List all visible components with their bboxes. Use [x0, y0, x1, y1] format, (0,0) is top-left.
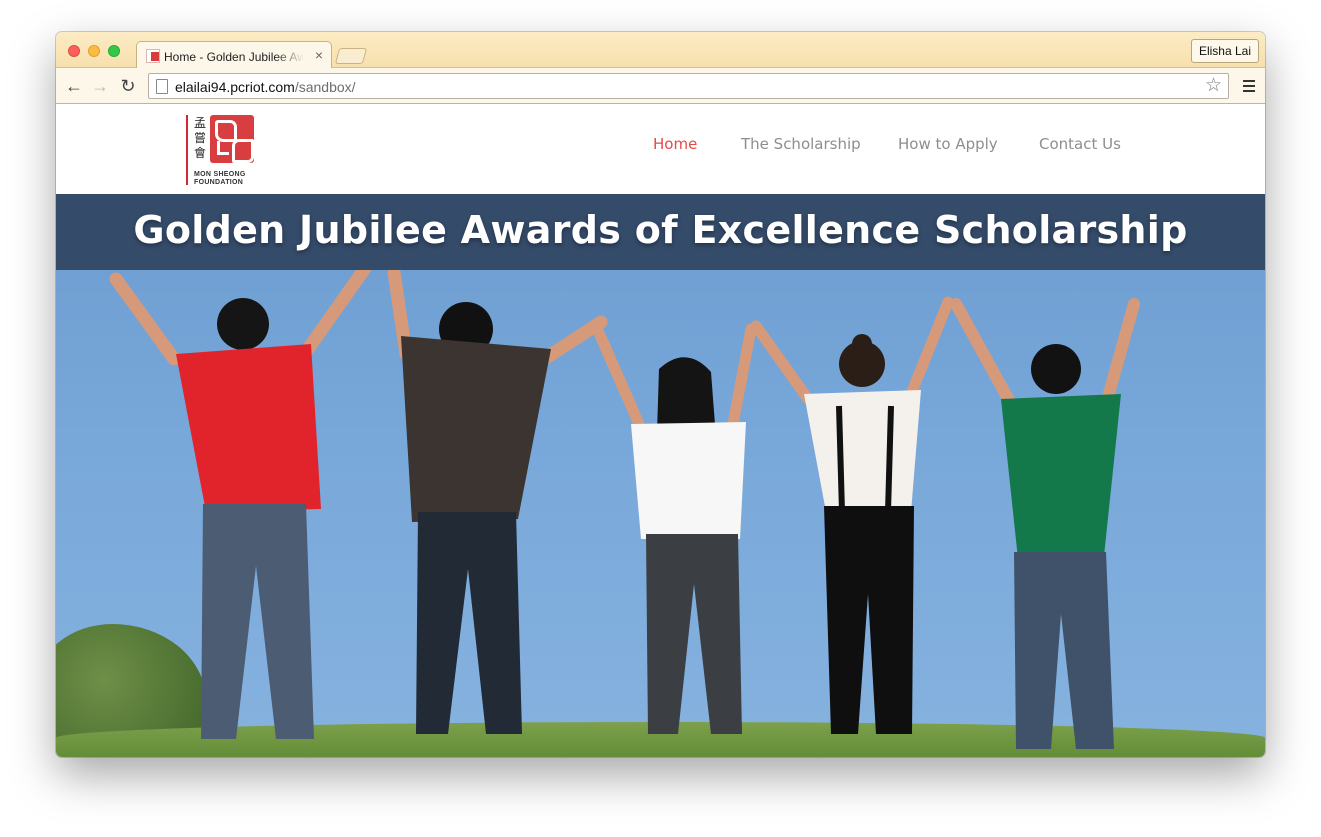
tab-close-icon[interactable]: × — [315, 47, 323, 63]
nav-home[interactable]: Home — [653, 134, 697, 154]
browser-window: Home - Golden Jubilee Awa × Elisha Lai ←… — [56, 32, 1265, 757]
people-illustration — [109, 257, 1140, 749]
url-text[interactable]: elailai94.pcriot.com/sandbox/ — [175, 79, 356, 95]
logo-line-2: FOUNDATION — [194, 179, 244, 186]
url-host: elailai94.pcriot.com — [175, 79, 295, 95]
hero-section: Golden Jubilee Awards of Excellence Scho… — [56, 194, 1265, 757]
hero-banner: Golden Jubilee Awards of Excellence Scho… — [56, 194, 1265, 270]
nav-the-scholarship[interactable]: The Scholarship — [741, 134, 861, 154]
tab-strip: Home - Golden Jubilee Awa × Elisha Lai — [56, 32, 1265, 69]
mon-sheong-logo[interactable]: 孟嘗會 MON SHEONG FOUNDATION — [186, 115, 258, 187]
person-dark-shirt — [387, 265, 608, 734]
browser-toolbar: ← → ↻ elailai94.pcriot.com/sandbox/ ☆ — [56, 68, 1265, 104]
hamburger-menu-icon[interactable] — [1243, 80, 1255, 95]
page-content: 孟嘗會 MON SHEONG FOUNDATION Home The Schol… — [56, 104, 1265, 757]
person-green-shirt — [950, 298, 1140, 749]
seal-icon — [210, 115, 254, 163]
favicon-icon — [146, 49, 160, 63]
nav-how-to-apply[interactable]: How to Apply — [898, 134, 998, 154]
person-suspenders — [750, 296, 954, 734]
logo-line-1: MON SHEONG — [194, 171, 246, 178]
site-header: 孟嘗會 MON SHEONG FOUNDATION Home The Schol… — [56, 104, 1265, 194]
minimize-window-button[interactable] — [88, 45, 100, 57]
logo-bar — [186, 115, 188, 185]
bookmark-star-icon[interactable]: ☆ — [1205, 75, 1222, 97]
nav-contact-us[interactable]: Contact Us — [1039, 134, 1121, 154]
new-tab-button[interactable] — [334, 48, 368, 64]
browser-tab[interactable]: Home - Golden Jubilee Awa × — [136, 41, 332, 69]
person-white-tee — [590, 320, 757, 734]
close-window-button[interactable] — [68, 45, 80, 57]
person-red-shirt — [109, 257, 375, 739]
hero-title: Golden Jubilee Awards of Excellence Scho… — [133, 208, 1188, 252]
forward-arrow-icon[interactable]: → — [90, 76, 110, 96]
zoom-window-button[interactable] — [108, 45, 120, 57]
tab-title: Home - Golden Jubilee Awa — [164, 50, 304, 64]
page-icon — [156, 79, 168, 94]
url-path: /sandbox/ — [294, 79, 356, 95]
profile-button[interactable]: Elisha Lai — [1190, 39, 1259, 63]
logo-chinese-text: 孟嘗會 — [194, 116, 207, 160]
back-arrow-icon[interactable]: ← — [64, 76, 84, 96]
reload-icon[interactable]: ↻ — [118, 76, 138, 96]
address-bar[interactable]: elailai94.pcriot.com/sandbox/ ☆ — [148, 73, 1229, 99]
